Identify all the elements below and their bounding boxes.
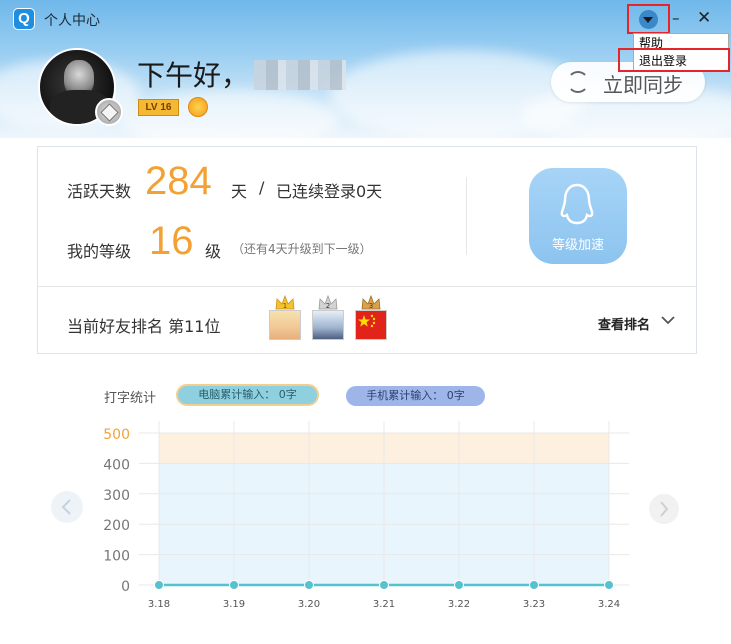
sync-label: 立即同步 xyxy=(603,73,683,97)
greeting-text: 下午好， xyxy=(137,59,250,92)
close-button[interactable]: ✕ xyxy=(697,8,713,28)
friend-avatar xyxy=(312,310,344,340)
menu-dropdown-button[interactable] xyxy=(627,4,670,34)
data-point xyxy=(379,580,389,590)
star-icon xyxy=(358,314,376,328)
active-days-value: 284 xyxy=(145,159,212,203)
friend-rank-2[interactable]: 2 xyxy=(312,295,344,343)
sun-icon xyxy=(188,97,208,117)
window-title: 个人中心 xyxy=(44,13,100,29)
crown-rank-number: 1 xyxy=(283,302,287,310)
chevron-down-icon xyxy=(639,10,658,29)
penguin-icon xyxy=(560,183,594,225)
active-days-label: 活跃天数 xyxy=(67,182,132,201)
minimize-button[interactable]: – xyxy=(672,9,686,27)
y-tick-label: 200 xyxy=(103,518,130,534)
data-point xyxy=(229,580,239,590)
divider xyxy=(38,286,696,287)
friend-rank-3[interactable]: 3 xyxy=(355,295,387,343)
data-point xyxy=(154,580,164,590)
typing-chart: 0 100 200 300 400 500 3.18 3.19 3.20 3.21 3.22 3.23… xyxy=(103,421,629,610)
crown-rank-number: 3 xyxy=(369,302,373,310)
qq-input-logo-icon: Q xyxy=(13,8,35,30)
x-tick-label: 3.19 xyxy=(223,599,245,610)
chevron-down-icon[interactable] xyxy=(660,313,676,327)
x-tick-label: 3.23 xyxy=(523,599,545,610)
y-tick-label: 100 xyxy=(103,549,130,565)
level-badge: LV 16 xyxy=(138,99,179,116)
diamond-badge-icon xyxy=(95,98,123,126)
x-tick-label: 3.22 xyxy=(448,599,470,610)
title-bar: Q 个人中心 – ✕ xyxy=(0,0,731,38)
friend-rank-1[interactable]: 1 xyxy=(269,295,301,343)
friend-avatar-flag xyxy=(355,310,387,340)
level-boost-button[interactable]: 等级加速 xyxy=(529,168,627,264)
x-tick-label: 3.20 xyxy=(298,599,320,610)
logout-highlight-box xyxy=(618,48,730,72)
gold-crown-icon: 1 xyxy=(275,295,295,310)
stats-card: 活跃天数 284 天 / 已连续登录0天 我的等级 16 级 （还有4天升级到下… xyxy=(37,146,697,354)
bronze-crown-icon: 3 xyxy=(361,295,381,310)
x-tick-label: 3.24 xyxy=(598,599,620,610)
x-tick-label: 3.21 xyxy=(373,599,395,610)
consecutive-login-text: 已连续登录0天 xyxy=(276,182,383,201)
y-tick-label: 400 xyxy=(103,457,130,473)
typing-stats-panel: 打字统计 电脑累计输入： 0字 手机累计输入： 0字 0 100 200 300 400… xyxy=(37,370,697,644)
view-rank-link[interactable]: 查看排名 xyxy=(598,314,650,333)
refresh-icon xyxy=(567,71,589,93)
silver-crown-icon: 2 xyxy=(318,295,338,310)
level-unit: 级 xyxy=(205,242,222,261)
x-tick-label: 3.18 xyxy=(148,599,170,610)
y-tick-label: 500 xyxy=(103,427,130,443)
friend-rank-label: 当前好友排名 第11位 xyxy=(67,317,221,336)
level-label: 我的等级 xyxy=(67,242,132,261)
divider xyxy=(466,177,467,255)
crown-rank-number: 2 xyxy=(326,302,330,310)
data-point xyxy=(529,580,539,590)
active-days-unit: 天 xyxy=(231,182,248,201)
data-point xyxy=(454,580,464,590)
data-point xyxy=(604,580,614,590)
blurred-username xyxy=(254,60,346,90)
boost-label: 等级加速 xyxy=(551,238,604,253)
separator: / xyxy=(259,178,265,197)
friend-avatar xyxy=(269,310,301,340)
y-tick-label: 300 xyxy=(103,488,130,504)
level-progress-note: （还有4天升级到下一级） xyxy=(232,242,372,256)
data-point xyxy=(304,580,314,590)
level-value: 16 xyxy=(149,219,194,263)
y-tick-label: 0 xyxy=(121,579,130,595)
